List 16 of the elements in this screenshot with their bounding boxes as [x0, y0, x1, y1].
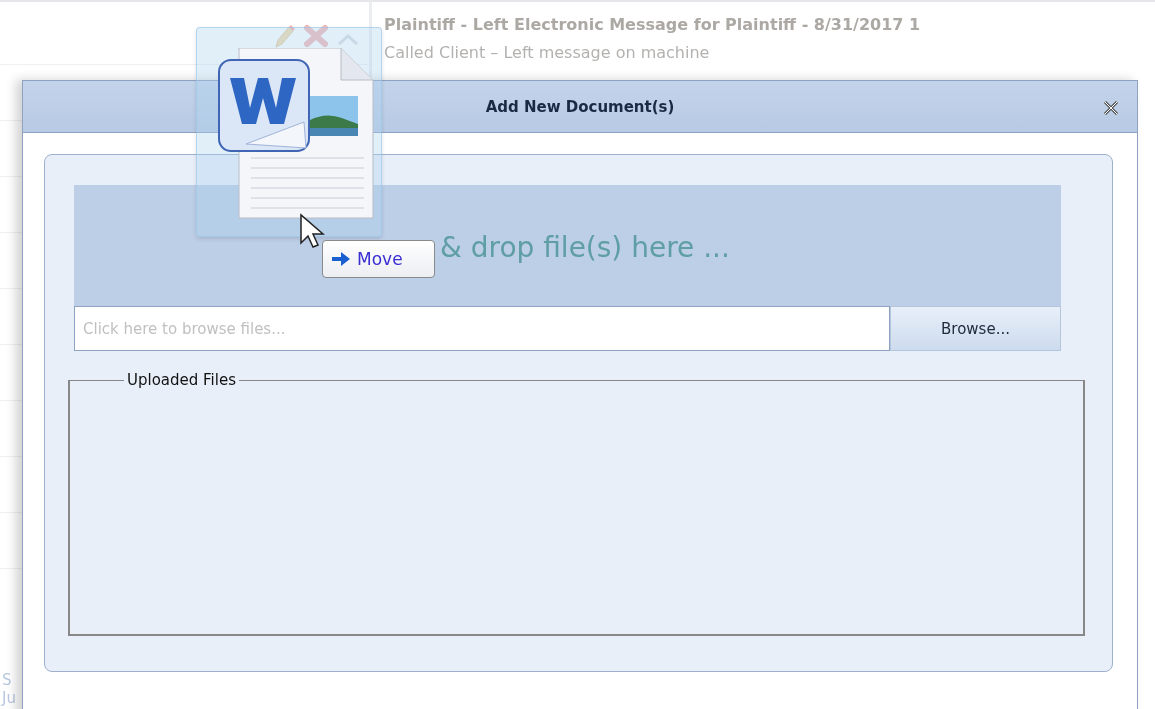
partial-text: S	[2, 671, 13, 689]
drop-zone-text: & drop file(s) here ...	[440, 230, 730, 264]
pencil-icon[interactable]	[273, 24, 295, 50]
uploaded-files-legend: Uploaded Files	[124, 371, 239, 389]
arrow-right-icon	[331, 251, 351, 267]
move-label: Move	[357, 249, 403, 269]
caret-up-icon[interactable]	[337, 34, 359, 45]
browse-button[interactable]: Browse...	[890, 306, 1061, 351]
dialog-title: Add New Document(s)	[485, 97, 675, 116]
delete-icon[interactable]	[303, 24, 329, 48]
close-icon[interactable]	[1103, 101, 1119, 115]
file-path-field[interactable]: Click here to browse files...	[74, 306, 890, 351]
cursor-arrow-icon	[299, 213, 325, 249]
partial-text: Ju	[2, 689, 17, 707]
message-title: Plaintiff - Left Electronic Message for Plaintiff - 8/31/2017 1	[384, 14, 922, 36]
message-detail: Called Client – Left message on machine	[384, 42, 711, 64]
